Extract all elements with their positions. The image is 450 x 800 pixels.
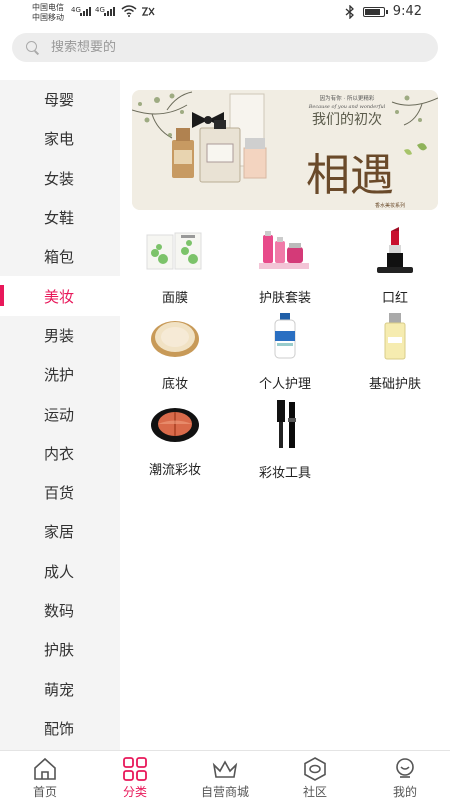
profile-face-icon [392, 757, 418, 781]
sidebar-item[interactable]: 女鞋 [0, 198, 120, 237]
sidebar-item[interactable]: 男装 [0, 316, 120, 355]
sidebar-item-label: 护肤 [44, 641, 75, 660]
carrier-labels: 中国电信 中国移动 [32, 3, 64, 23]
search-box[interactable] [12, 33, 438, 62]
subcategory-makeup-tools[interactable]: 彩妆工具 [230, 392, 340, 481]
search-bar-container [0, 26, 450, 70]
cushion-compact-icon [145, 312, 205, 361]
data-saver-icon [141, 7, 155, 16]
tab-community[interactable]: 社区 [270, 751, 360, 800]
mascara-icon [255, 398, 315, 450]
sidebar-item-label: 女鞋 [44, 209, 75, 228]
facial-mask-icon [145, 226, 205, 275]
banner-tagline: 因为有你 · 所以更精彩 [320, 94, 375, 102]
sidebar-item[interactable]: 百货 [0, 473, 120, 512]
sidebar-item-label: 萌宠 [44, 680, 75, 699]
sidebar-item[interactable]: 护肤 [0, 630, 120, 669]
subcategory-label: 基础护肤 [368, 377, 421, 392]
promo-banner[interactable]: 因为有你 · 所以更精彩 Because of you and wonderfu… [132, 90, 438, 210]
battery-icon [362, 6, 388, 17]
signal-icon-2 [104, 6, 115, 16]
sidebar-item[interactable]: 运动 [0, 394, 120, 433]
sidebar-item-label: 家居 [44, 523, 75, 542]
sidebar-item[interactable]: 箱包 [0, 237, 120, 276]
status-bar: 中国电信 中国移动 4G 4G 9:42 [0, 0, 450, 26]
carrier-1: 中国电信 [32, 3, 64, 12]
tab-label: 分类 [122, 785, 147, 799]
lotion-bottle-icon [255, 312, 315, 361]
subcategory-grid: 面膜 护肤套装 口红 底妆 个人护理 基础护肤 潮流彩妆 彩妆工具 [120, 220, 450, 481]
sidebar-item-label: 美妆 [44, 287, 75, 306]
sidebar-item[interactable]: 洗护 [0, 355, 120, 394]
status-right: 9:42 [345, 4, 422, 19]
sidebar-item-label: 运动 [44, 405, 75, 424]
sidebar-item-label: 洗护 [44, 366, 75, 385]
tab-profile[interactable]: 我的 [360, 751, 450, 800]
category-content: 因为有你 · 所以更精彩 Because of you and wonderfu… [120, 80, 450, 750]
banner-tagline-en: Because of you and wonderful [308, 104, 386, 110]
search-icon [26, 41, 39, 54]
subcategory-skincare-set[interactable]: 护肤套装 [230, 220, 340, 306]
sidebar-item-label: 配饰 [44, 719, 75, 738]
signal-icon [80, 6, 91, 16]
sidebar-item-label: 内衣 [44, 444, 75, 463]
lipstick-icon [365, 226, 425, 275]
bluetooth-icon [345, 4, 354, 19]
tab-label: 自营商城 [200, 785, 249, 799]
tab-label: 社区 [302, 785, 327, 799]
sidebar-item-label: 家电 [44, 130, 75, 149]
subcategory-lipstick[interactable]: 口红 [340, 220, 450, 306]
sidebar-item-label: 女装 [44, 169, 75, 188]
sidebar-item[interactable]: 女装 [0, 159, 120, 198]
banner-big-text: 相遇 [306, 150, 394, 201]
sidebar-item[interactable]: 萌宠 [0, 669, 120, 708]
subcategory-label: 个人护理 [258, 377, 311, 392]
tab-category[interactable]: 分类 [90, 751, 180, 800]
skincare-set-icon [255, 226, 315, 275]
sidebar-item[interactable]: 美妆 [0, 276, 120, 316]
subcategory-label: 口红 [381, 291, 408, 306]
hexagon-community-icon [302, 757, 328, 781]
subcategory-trendy-makeup[interactable]: 潮流彩妆 [120, 392, 230, 478]
search-input[interactable] [51, 40, 411, 55]
subcategory-base-makeup[interactable]: 底妆 [120, 306, 230, 392]
category-sidebar: 母婴家电女装女鞋箱包美妆男装洗护运动内衣百货家居成人数码护肤萌宠配饰 [0, 80, 120, 750]
sidebar-item-label: 男装 [44, 326, 75, 345]
moisturizer-bottle-icon [365, 312, 425, 361]
sidebar-item[interactable]: 成人 [0, 552, 120, 591]
tab-label: 首页 [32, 785, 57, 799]
banner-headline: 我们的初次 [312, 111, 382, 128]
blush-compact-icon [145, 398, 205, 447]
sidebar-item-label: 成人 [44, 562, 75, 581]
wifi-icon [121, 5, 137, 17]
sidebar-item[interactable]: 数码 [0, 591, 120, 630]
tab-label: 我的 [392, 785, 417, 799]
subcategory-label: 潮流彩妆 [148, 463, 201, 478]
sidebar-item[interactable]: 家电 [0, 119, 120, 158]
clock-time: 9:42 [392, 4, 422, 19]
subcategory-label: 面膜 [161, 291, 188, 306]
sidebar-item-label: 数码 [44, 602, 75, 620]
home-icon [32, 757, 58, 781]
sidebar-item[interactable]: 家居 [0, 512, 120, 551]
sidebar-item-label: 母婴 [44, 91, 75, 110]
subcategory-basic-skincare[interactable]: 基础护肤 [340, 306, 450, 392]
banner-caption: 香水美妆系列 [375, 202, 405, 209]
sidebar-item[interactable]: 配饰 [0, 709, 120, 748]
subcategory-label: 护肤套装 [258, 291, 311, 306]
sidebar-item[interactable]: 内衣 [0, 434, 120, 473]
sidebar-item-label: 百货 [44, 484, 75, 503]
subcategory-label: 彩妆工具 [258, 466, 311, 481]
sidebar-item[interactable]: 母婴 [0, 80, 120, 119]
subcategory-label: 底妆 [161, 377, 188, 392]
subcategory-personal-care[interactable]: 个人护理 [230, 306, 340, 392]
carrier-2: 中国移动 [32, 13, 64, 22]
sidebar-item-label: 箱包 [44, 248, 75, 267]
tab-self-mall[interactable]: 自营商城 [180, 751, 270, 800]
bottom-tab-bar: 首页 分类 自营商城 社区 我的 [0, 750, 450, 800]
crown-icon [212, 757, 238, 781]
tab-home[interactable]: 首页 [0, 751, 90, 800]
subcategory-facial-mask[interactable]: 面膜 [120, 220, 230, 306]
category-grid-icon [122, 757, 148, 781]
